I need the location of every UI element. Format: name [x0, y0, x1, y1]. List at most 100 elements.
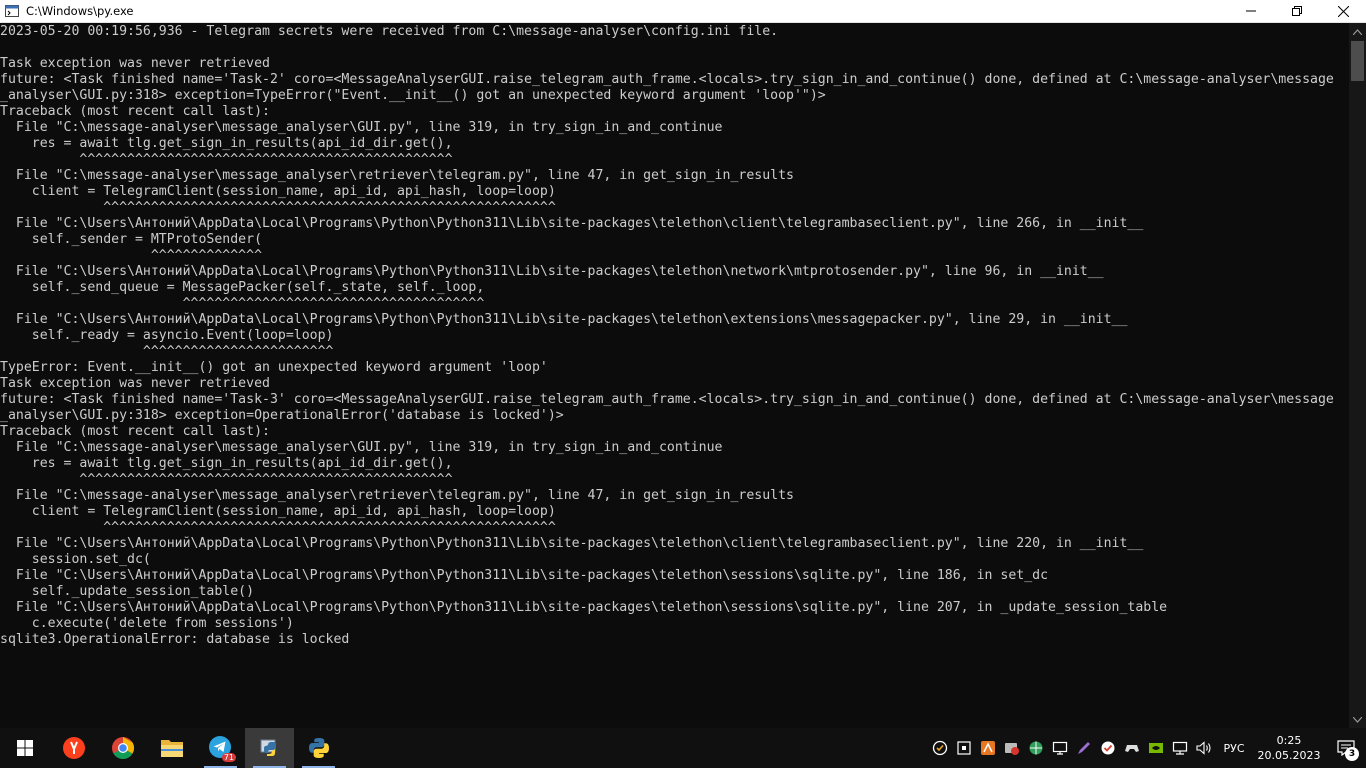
console-line: _analyser\GUI.py:318> exception=Operatio…	[0, 408, 564, 423]
console-line: ^^^^^^^^^^^^^^^^^^^^^^^^	[0, 344, 334, 359]
taskbar-file-explorer[interactable]	[147, 728, 196, 768]
console-line: sqlite3.OperationalError: database is lo…	[0, 632, 350, 647]
console-line: File "C:\Users\Антоний\AppData\Local\Pro…	[0, 312, 1128, 327]
close-icon	[1337, 5, 1349, 17]
console-line: File "C:\Users\Антоний\AppData\Local\Pro…	[0, 536, 1144, 551]
tray-icon-orange-app[interactable]	[976, 728, 1000, 768]
console-line: future: <Task finished name='Task-2' cor…	[0, 72, 1334, 87]
taskbar-python-active[interactable]	[245, 728, 294, 768]
console-line: self._ready = asyncio.Event(loop=loop)	[0, 328, 334, 343]
chevron-down-icon	[1353, 716, 1362, 723]
minimize-icon	[1246, 10, 1256, 12]
tray-icon-box[interactable]	[952, 728, 976, 768]
console-line: File "C:\Users\Антоний\AppData\Local\Pro…	[0, 264, 1104, 279]
console-line: c.execute('delete from sessions')	[0, 616, 294, 631]
console-line: File "C:\Users\Антоний\AppData\Local\Pro…	[0, 568, 1049, 583]
console-line: 2023-05-20 00:19:56,936 - Telegram secre…	[0, 24, 779, 39]
scroll-up-button[interactable]	[1349, 23, 1366, 40]
chevron-up-icon	[1353, 28, 1362, 35]
red-app-icon	[1005, 743, 1019, 755]
console-line: client = TelegramClient(session_name, ap…	[0, 184, 556, 199]
minimize-button[interactable]	[1228, 0, 1274, 23]
console-line: ^^^^^^^^^^^^^^^^^^^^^^^^^^^^^^^^^^^^^^	[0, 296, 485, 311]
monitor-icon	[1052, 741, 1068, 755]
console-line: File "C:\Users\Антоний\AppData\Local\Pro…	[0, 600, 1168, 615]
taskbar-chrome[interactable]	[98, 728, 147, 768]
console-line: Task exception was never retrieved	[0, 56, 270, 71]
restore-icon	[1292, 6, 1302, 16]
checkmark-circle-icon	[932, 740, 948, 756]
tray-icon-gamepad[interactable]	[1120, 728, 1144, 768]
action-center-button[interactable]: 3	[1326, 728, 1366, 768]
telegram-unread-badge: 71	[221, 753, 236, 762]
scroll-down-button[interactable]	[1349, 711, 1366, 728]
start-button[interactable]	[0, 728, 49, 768]
scroll-thumb[interactable]	[1351, 41, 1364, 81]
tray-icon-green-app[interactable]	[1024, 728, 1048, 768]
console-line: client = TelegramClient(session_name, ap…	[0, 504, 556, 519]
clock-date: 20.05.2023	[1257, 749, 1321, 762]
console-line: res = await tlg.get_sign_in_results(api_…	[0, 136, 453, 151]
console-line: TypeError: Event.__init__() got an unexp…	[0, 360, 548, 375]
console-line: Task exception was never retrieved	[0, 376, 270, 391]
tray-icon-nvidia[interactable]	[1144, 728, 1168, 768]
vertical-scrollbar[interactable]	[1349, 23, 1366, 728]
tray-icon-pen[interactable]	[1072, 728, 1096, 768]
console-line: ^^^^^^^^^^^^^^^^^^^^^^^^^^^^^^^^^^^^^^^^…	[0, 152, 453, 167]
windows-logo-icon	[16, 740, 33, 756]
taskbar: 71 РУС 0:25 20.05.2023 3	[0, 728, 1366, 768]
box-icon	[957, 741, 971, 755]
taskbar-python-console[interactable]	[294, 728, 343, 768]
console-line: ^^^^^^^^^^^^^^^^^^^^^^^^^^^^^^^^^^^^^^^^…	[0, 472, 453, 487]
console-app-icon	[4, 3, 20, 19]
tray-icon-monitor[interactable]	[1048, 728, 1072, 768]
python-icon	[308, 738, 329, 758]
restore-button[interactable]	[1274, 0, 1320, 23]
console-text: 2023-05-20 00:19:56,936 - Telegram secre…	[0, 23, 1349, 648]
window-titlebar[interactable]: C:\Windows\py.exe	[0, 0, 1366, 23]
window-title: C:\Windows\py.exe	[26, 4, 134, 18]
console-line: ^^^^^^^^^^^^^^^^^^^^^^^^^^^^^^^^^^^^^^^^…	[0, 520, 556, 535]
taskbar-yandex-browser[interactable]	[49, 728, 98, 768]
console-line: self._update_session_table()	[0, 584, 255, 599]
system-tray: РУС 0:25 20.05.2023 3	[928, 728, 1366, 768]
green-globe-icon	[1029, 741, 1043, 755]
tray-icon-red-app[interactable]	[1000, 728, 1024, 768]
console-line: File "C:\message-analyser\message_analys…	[0, 440, 723, 455]
taskbar-clock[interactable]: 0:25 20.05.2023	[1252, 733, 1326, 763]
clock-time: 0:25	[1276, 734, 1302, 747]
console-line: File "C:\message-analyser\message_analys…	[0, 120, 723, 135]
console-line: ^^^^^^^^^^^^^^	[0, 248, 263, 263]
console-line: self._send_queue = MessagePacker(self._s…	[0, 280, 485, 295]
input-language[interactable]: РУС	[1216, 742, 1252, 755]
tray-icon-volume[interactable]	[1192, 728, 1216, 768]
gamepad-icon	[1125, 745, 1139, 752]
console-line: Traceback (most recent call last):	[0, 424, 270, 439]
yandex-icon	[62, 737, 85, 759]
nvidia-icon	[1149, 743, 1163, 753]
pen-icon	[1078, 742, 1090, 754]
console-line: File "C:\message-analyser\message_analys…	[0, 168, 794, 183]
taskbar-telegram[interactable]: 71	[196, 728, 245, 768]
volume-icon	[1196, 741, 1211, 755]
console-line: self._sender = MTProtoSender(	[0, 232, 263, 247]
tray-icon-check[interactable]	[928, 728, 952, 768]
close-button[interactable]	[1320, 0, 1366, 23]
console-line: Traceback (most recent call last):	[0, 104, 270, 119]
console-line: ^^^^^^^^^^^^^^^^^^^^^^^^^^^^^^^^^^^^^^^^…	[0, 200, 556, 215]
folder-icon	[160, 740, 183, 757]
chrome-icon	[111, 737, 134, 759]
console-line: res = await tlg.get_sign_in_results(api_…	[0, 456, 453, 471]
console-line: future: <Task finished name='Task-3' cor…	[0, 392, 1334, 407]
shield-icon	[1101, 741, 1115, 755]
python-launcher-icon	[260, 739, 276, 756]
network-icon	[1172, 741, 1188, 755]
console-line: File "C:\Users\Антоний\AppData\Local\Pro…	[0, 216, 1144, 231]
tray-icon-network[interactable]	[1168, 728, 1192, 768]
console-output[interactable]: 2023-05-20 00:19:56,936 - Telegram secre…	[0, 23, 1349, 728]
console-line: session.set_dc(	[0, 552, 151, 567]
orange-app-icon	[981, 741, 995, 755]
tray-icon-security[interactable]	[1096, 728, 1120, 768]
console-line: _analyser\GUI.py:318> exception=TypeErro…	[0, 88, 826, 103]
